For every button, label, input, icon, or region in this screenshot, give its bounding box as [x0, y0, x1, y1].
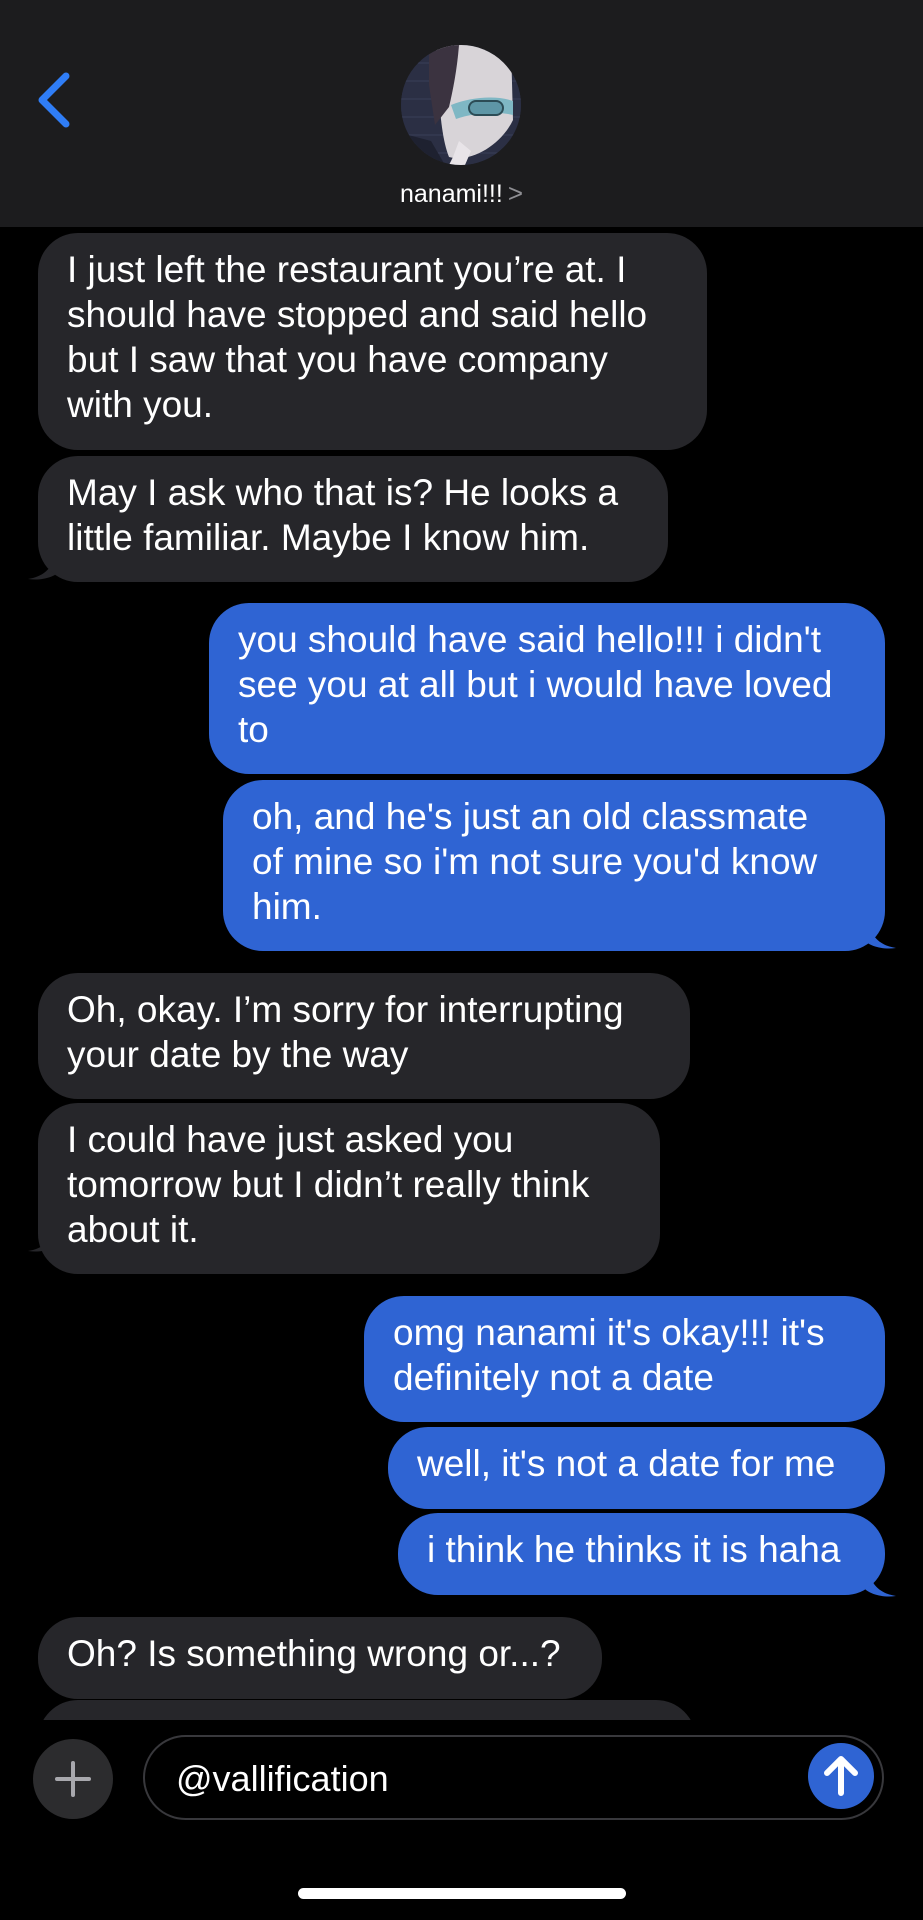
message-bubble-sent[interactable]: well, it's not a date for me — [388, 1427, 885, 1509]
message-line: see you at all but i would have loved — [238, 664, 833, 705]
message-line: your date by the way — [67, 1034, 409, 1075]
apps-button[interactable] — [33, 1739, 113, 1819]
message-line: omg nanami it's okay!!! it's — [393, 1312, 825, 1353]
message-bubble-sent[interactable]: oh, and he's just an old classmate of mi… — [223, 780, 885, 951]
contact-name: nanami!!! — [399, 180, 503, 208]
message-line: I could have just asked you — [67, 1119, 514, 1160]
message-line: Oh, okay. I’m sorry for interrupting — [67, 989, 624, 1030]
message-bubble-sent[interactable]: omg nanami it's okay!!! it's definitely … — [364, 1296, 885, 1422]
message-line: tomorrow but I didn’t really think — [67, 1164, 590, 1205]
send-button[interactable] — [808, 1743, 874, 1809]
message-input[interactable]: @vallification — [143, 1735, 884, 1820]
chevron-left-icon — [38, 72, 70, 128]
message-thread[interactable]: I just left the restaurant you’re at. I … — [0, 227, 923, 1720]
message-bubble-received[interactable]: Oh? Is something wrong or...? — [38, 1617, 602, 1699]
message-line: Oh? Is something wrong or...? — [67, 1633, 561, 1674]
message-line: May I ask who that is? He looks a — [67, 472, 619, 513]
contact-avatar[interactable] — [401, 45, 521, 165]
message-bubble-received[interactable]: I just left the restaurant you’re at. I … — [38, 233, 707, 450]
chevron-right-icon: > — [507, 178, 524, 208]
message-line: should have stopped and said hello — [67, 294, 648, 335]
message-line: with you. — [67, 384, 214, 425]
plus-icon — [55, 1761, 91, 1797]
message-bubble-received[interactable]: Oh, okay. I’m sorry for interrupting you… — [38, 973, 690, 1099]
home-indicator[interactable] — [298, 1888, 626, 1899]
message-line: well, it's not a date for me — [417, 1443, 836, 1484]
message-input-value: @vallification — [176, 1758, 389, 1799]
message-line: you should have said hello!!! i didn't — [238, 619, 822, 660]
avatar-image — [401, 45, 521, 165]
arrow-up-icon — [824, 1756, 858, 1796]
message-line: I just left the restaurant you’re at. I — [67, 249, 627, 290]
message-line: to — [238, 709, 269, 750]
contact-name-button[interactable]: nanami!!! > — [0, 176, 923, 211]
message-line: little familiar. Maybe I know him. — [67, 517, 590, 558]
message-bubble-sent[interactable]: you should have said hello!!! i didn't s… — [209, 603, 885, 774]
message-line: i think he thinks it is haha — [427, 1529, 841, 1570]
back-button[interactable] — [30, 66, 80, 134]
message-line: oh, and he's just an old classmate — [252, 796, 809, 837]
conversation-header: nanami!!! > — [0, 0, 923, 227]
message-line: of mine so i'm not sure you'd know — [252, 841, 818, 882]
message-bubble-received[interactable]: I could have just asked you tomorrow but… — [38, 1103, 660, 1274]
message-bubble-received[interactable]: May I ask who that is? He looks a little… — [38, 456, 668, 582]
message-line: but I saw that you have company — [67, 339, 608, 380]
message-bubble-sent[interactable]: i think he thinks it is haha — [398, 1513, 885, 1595]
message-line: definitely not a date — [393, 1357, 714, 1398]
message-line: about it. — [67, 1209, 199, 1250]
message-bubble-received-partial[interactable] — [38, 1700, 696, 1720]
message-line: him. — [252, 886, 322, 927]
